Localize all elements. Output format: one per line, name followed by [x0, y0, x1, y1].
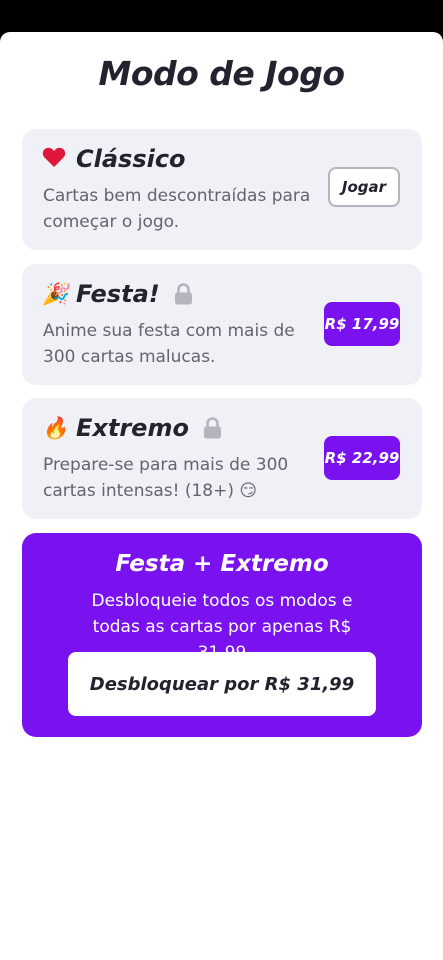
heart-icon [42, 146, 76, 173]
mode-card-extremo: 🔥 Extremo Prepare-se para mais de 300 ca… [22, 398, 422, 519]
buy-extremo-button[interactable]: R$ 22,99 [324, 436, 400, 480]
unlock-all-button[interactable]: Desbloquear por R$ 31,99 [68, 652, 376, 716]
mode-description: Anime sua festa com mais de 300 cartas m… [43, 321, 295, 367]
play-button[interactable]: Jogar [328, 167, 400, 207]
mode-title-row: 🔥 Extremo [42, 414, 222, 442]
mode-title: Festa! [76, 280, 160, 308]
lock-icon [203, 417, 222, 439]
bundle-offer-card: Festa + Extremo Desbloqueie todos os mod… [22, 533, 422, 737]
buy-festa-button[interactable]: R$ 17,99 [324, 302, 400, 346]
mode-title: Extremo [76, 414, 189, 442]
mode-card-festa: 🎉 Festa! Anime sua festa com mais de 300… [22, 264, 422, 385]
fire-icon: 🔥 [42, 415, 69, 440]
page-title: Modo de Jogo [98, 54, 345, 93]
mode-title-row: Clássico [42, 145, 186, 173]
mode-title: Clássico [76, 145, 186, 173]
mode-description: Prepare-se para mais de 300 cartas inten… [43, 455, 289, 501]
bundle-title: Festa + Extremo [115, 551, 329, 577]
mode-card-classico: Clássico Cartas bem descontraídas para c… [22, 129, 422, 250]
party-popper-icon: 🎉 [42, 281, 69, 306]
mode-title-row: 🎉 Festa! [42, 280, 193, 308]
mode-description: Cartas bem descontraídas para começar o … [43, 186, 311, 232]
lock-icon [174, 283, 193, 305]
